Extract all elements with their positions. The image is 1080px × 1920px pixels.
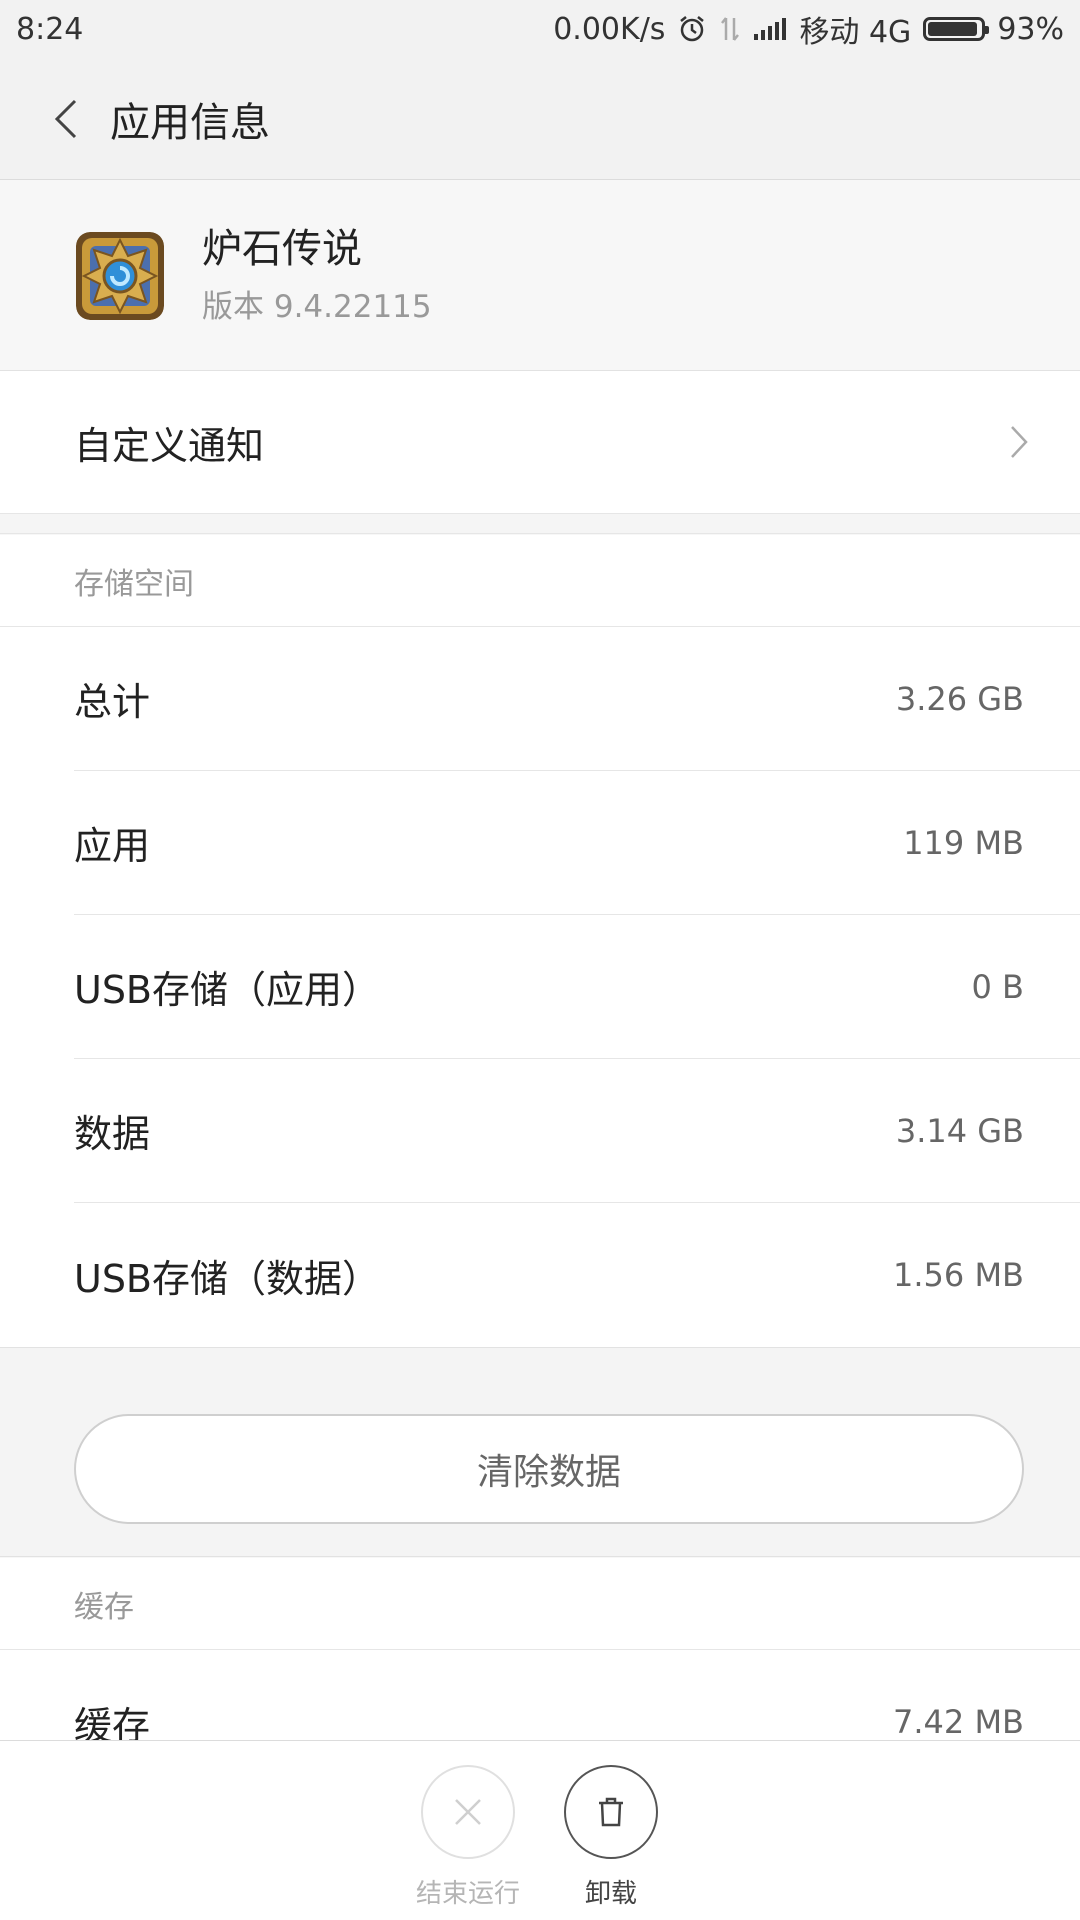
cache-header: 缓存 <box>0 1558 1080 1650</box>
uninstall-button[interactable]: 卸载 <box>551 1765 671 1910</box>
storage-row-app: 应用 119 MB <box>74 771 1080 915</box>
storage-row-usb-data: USB存储（数据） 1.56 MB <box>74 1203 1080 1347</box>
storage-row-value: 3.14 GB <box>895 1111 1024 1150</box>
page-title: 应用信息 <box>110 99 270 146</box>
storage-row-usb-app: USB存储（应用） 0 B <box>74 915 1080 1059</box>
storage-header: 存储空间 <box>0 535 1080 627</box>
storage-row-value: 0 B <box>971 967 1024 1006</box>
trash-icon <box>599 1797 623 1827</box>
back-button[interactable] <box>36 89 96 149</box>
force-stop-button[interactable]: 结束运行 <box>408 1765 528 1910</box>
storage-row-label: 应用 <box>74 824 151 868</box>
data-transfer-icon <box>719 14 741 44</box>
net-speed: 0.00K/s <box>553 11 666 47</box>
battery-icon <box>923 17 990 41</box>
storage-row-data: 数据 3.14 GB <box>74 1059 1080 1203</box>
storage-row-value: 1.56 MB <box>893 1256 1024 1294</box>
app-icon <box>76 231 164 320</box>
status-time: 8:24 <box>16 11 84 47</box>
app-name: 炉石传说 <box>202 226 362 272</box>
storage-section: 存储空间 总计 3.26 GB 应用 119 MB USB存储（应用） 0 B … <box>0 535 1080 1347</box>
close-icon <box>455 1799 481 1825</box>
storage-row-label: 总计 <box>74 680 151 724</box>
force-stop-label: 结束运行 <box>415 1879 520 1909</box>
alarm-icon <box>677 14 707 44</box>
storage-row-value: 3.26 GB <box>895 679 1024 718</box>
battery-percent: 93% <box>997 11 1064 47</box>
cache-row-label: 缓存 <box>74 1703 151 1741</box>
custom-notification-row[interactable]: 自定义通知 <box>0 371 1080 514</box>
storage-row-label: USB存储（数据） <box>74 1256 381 1301</box>
carrier-label: 移动 4G <box>799 15 912 50</box>
title-bar: 应用信息 <box>0 58 1080 180</box>
clear-data-button[interactable]: 清除数据 <box>74 1414 1024 1524</box>
cache-row-value: 7.42 MB <box>893 1703 1024 1740</box>
clear-data-container: 清除数据 <box>0 1347 1080 1557</box>
app-version: 版本 9.4.22115 <box>202 289 432 325</box>
storage-row-label: USB存储（应用） <box>74 968 381 1012</box>
signal-icon <box>753 16 787 42</box>
status-bar: 8:24 0.00K/s 移动 4G 93% <box>0 0 1080 58</box>
chevron-right-icon <box>1010 425 1028 459</box>
storage-row-total: 总计 3.26 GB <box>74 627 1080 771</box>
uninstall-label: 卸载 <box>584 1879 637 1909</box>
custom-notification-label: 自定义通知 <box>74 423 265 468</box>
storage-row-value: 119 MB <box>903 823 1024 862</box>
chevron-left-icon <box>54 99 77 138</box>
cache-row: 缓存 7.42 MB <box>74 1650 1080 1740</box>
storage-row-label: 数据 <box>74 1112 151 1156</box>
bottom-action-bar: 结束运行 卸载 <box>0 1740 1080 1920</box>
cache-section: 缓存 缓存 7.42 MB <box>0 1558 1080 1740</box>
status-icons: 0.00K/s 移动 4G 93% <box>553 7 1064 51</box>
app-header: 炉石传说 版本 9.4.22115 <box>0 181 1080 371</box>
section-gap <box>0 514 1080 534</box>
